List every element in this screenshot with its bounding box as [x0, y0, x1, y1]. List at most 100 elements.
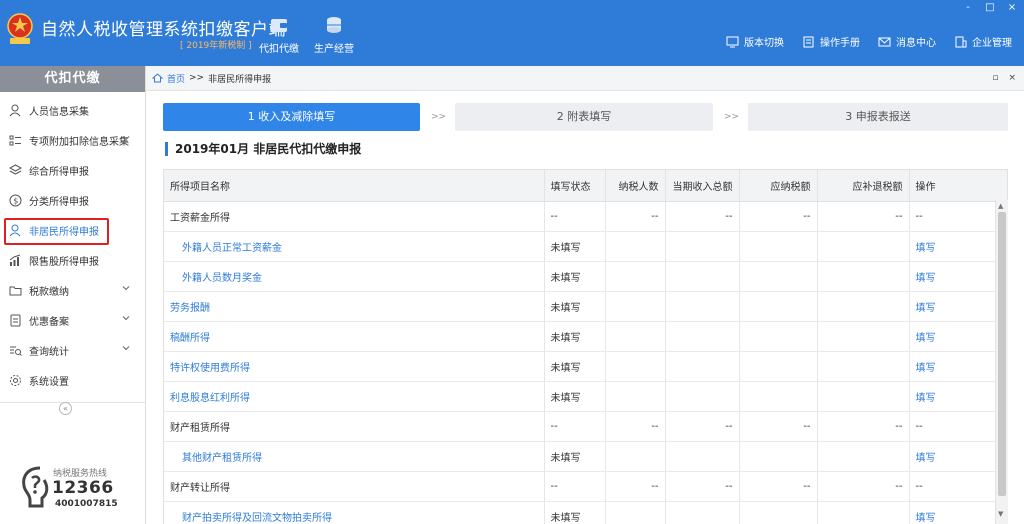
- cell-count: [605, 261, 666, 292]
- sidebar-item-label: 优惠备案: [29, 316, 69, 328]
- fill-in-link[interactable]: 填写: [909, 441, 1007, 472]
- income-item-link[interactable]: 外籍人员正常工资薪金: [164, 231, 545, 262]
- cell-tax: --: [739, 201, 818, 232]
- minimize-button[interactable]: -: [962, 2, 974, 13]
- table-row: 财产拍卖所得及回流文物拍卖所得 未填写 填写: [164, 501, 1007, 524]
- cell-refund: [817, 321, 910, 352]
- dollar-icon: $: [9, 194, 22, 206]
- fill-in-link[interactable]: 填写: [909, 381, 1007, 412]
- cell-income: --: [665, 471, 740, 502]
- cell-income: --: [665, 411, 740, 442]
- cell-refund: [817, 291, 910, 322]
- sidebar-item-label: 分类所得申报: [29, 196, 89, 208]
- service-hotline: 纳税服务热线 12366 4001007815: [18, 464, 138, 514]
- restore-tab-button[interactable]: ▫: [992, 73, 998, 83]
- breadcrumb: 首页 >> 非居民所得申报 ▫ ×: [146, 66, 1024, 91]
- enterprise-management-label: 企业管理: [972, 38, 1012, 49]
- sidebar-item-settings[interactable]: 系统设置: [0, 365, 145, 395]
- home-icon: [152, 73, 163, 83]
- step-submit[interactable]: 3 申报表报送: [748, 103, 1008, 131]
- income-item-link[interactable]: 利息股息红利所得: [164, 381, 545, 412]
- sidebar-item-comprehensive[interactable]: 综合所得申报: [0, 155, 145, 185]
- cell-op: --: [909, 471, 1007, 502]
- sidebar-item-classified[interactable]: $ 分类所得申报: [0, 185, 145, 215]
- enterprise-management-link[interactable]: 企业管理: [954, 34, 1012, 49]
- cell-tax: [739, 351, 818, 382]
- table-scrollbar[interactable]: ▲ ▼: [995, 200, 1008, 524]
- table-row: 特许权使用费所得 未填写 填写: [164, 351, 1007, 382]
- income-item-link[interactable]: 特许权使用费所得: [164, 351, 545, 382]
- nav-production[interactable]: 生产经营: [314, 14, 354, 55]
- close-window-button[interactable]: ×: [1006, 2, 1018, 13]
- header-links: 版本切换 操作手册 消息中心 企业管理: [726, 34, 1012, 49]
- version-switch-label: 版本切换: [744, 38, 784, 49]
- income-group-name: 财产租赁所得: [164, 411, 545, 442]
- fill-in-link[interactable]: 填写: [909, 261, 1007, 292]
- income-item-link[interactable]: 其他财产租赁所得: [164, 441, 545, 472]
- document-icon: [10, 314, 21, 326]
- income-item-link[interactable]: 外籍人员数月奖金: [164, 261, 545, 292]
- close-tab-button[interactable]: ×: [1008, 73, 1016, 83]
- cell-income: [665, 321, 740, 352]
- collapse-sidebar-button[interactable]: «: [59, 402, 72, 415]
- maximize-button[interactable]: □: [984, 2, 996, 13]
- sidebar-item-preferential-filing[interactable]: 优惠备案: [0, 305, 145, 335]
- chevron-down-icon: [122, 286, 130, 291]
- scroll-down-arrow[interactable]: ▼: [998, 510, 1003, 518]
- building-icon: [955, 36, 967, 47]
- income-item-link[interactable]: 稿酬所得: [164, 321, 545, 352]
- sidebar-item-tax-payment[interactable]: 税款缴纳: [0, 275, 145, 305]
- cell-refund: [817, 381, 910, 412]
- folder-icon: [9, 286, 22, 295]
- window-controls: - □ ×: [962, 2, 1018, 13]
- fill-in-link[interactable]: 填写: [909, 501, 1007, 524]
- cell-status: 未填写: [544, 441, 606, 472]
- hotline-number: 12366: [52, 478, 114, 498]
- cell-count: [605, 321, 666, 352]
- step-income-deduction[interactable]: 1 收入及减除填写: [163, 103, 420, 131]
- cell-income: [665, 441, 740, 472]
- sidebar-item-label: 人员信息采集: [29, 106, 89, 118]
- sidebar-item-restricted-shares[interactable]: 限售股所得申报: [0, 245, 145, 275]
- gear-icon: [10, 374, 21, 386]
- hotline-logo-icon: [22, 466, 49, 508]
- sidebar-item-personnel[interactable]: 人员信息采集: [0, 95, 145, 125]
- message-center-label: 消息中心: [896, 38, 936, 49]
- table-row: 财产租赁所得 -- -- -- -- -- --: [164, 411, 1007, 442]
- cell-tax: [739, 501, 818, 524]
- nav-withholding[interactable]: 代扣代缴: [259, 14, 299, 55]
- cell-count: [605, 291, 666, 322]
- cell-refund: [817, 231, 910, 262]
- message-center-link[interactable]: 消息中心: [878, 34, 936, 49]
- scrollbar-thumb[interactable]: [998, 212, 1006, 496]
- coins-icon: [327, 17, 341, 33]
- fill-in-link[interactable]: 填写: [909, 291, 1007, 322]
- table-row: 外籍人员正常工资薪金 未填写 填写: [164, 231, 1007, 262]
- app-header: 自然人税收管理系统扣缴客户端 [ 2019年新税制 ] 代扣代缴 生产经营 - …: [0, 0, 1024, 66]
- fill-in-link[interactable]: 填写: [909, 351, 1007, 382]
- active-item-highlight: [4, 218, 109, 245]
- table-row: 利息股息红利所得 未填写 填写: [164, 381, 1007, 412]
- version-switch-link[interactable]: 版本切换: [726, 34, 784, 49]
- income-item-link[interactable]: 劳务报酬: [164, 291, 545, 322]
- scroll-up-arrow[interactable]: ▲: [998, 202, 1003, 210]
- section-title: 2019年01月 非居民代扣代缴申报: [165, 142, 361, 156]
- cell-status: 未填写: [544, 291, 606, 322]
- cell-count: [605, 351, 666, 382]
- manual-link[interactable]: 操作手册: [802, 34, 860, 49]
- step-attachment[interactable]: 2 附表填写: [455, 103, 713, 131]
- sidebar-item-special-deduction[interactable]: 专项附加扣除信息采集: [0, 125, 145, 155]
- sidebar-header: 代扣代缴: [0, 66, 145, 92]
- sidebar-item-query-stats[interactable]: 查询统计: [0, 335, 145, 365]
- cell-income: [665, 351, 740, 382]
- income-items-table: 所得项目名称 填写状态 纳税人数 当期收入总额 应纳税额 应补退税额 操作 工资…: [163, 169, 1008, 524]
- fill-in-link[interactable]: 填写: [909, 231, 1007, 262]
- person-icon: [9, 104, 21, 116]
- cell-count: --: [605, 411, 666, 442]
- cell-count: --: [605, 471, 666, 502]
- cell-status: 未填写: [544, 231, 606, 262]
- breadcrumb-home-link[interactable]: 首页: [167, 72, 185, 85]
- col-header-refund: 应补退税额: [817, 170, 910, 202]
- income-item-link[interactable]: 财产拍卖所得及回流文物拍卖所得: [164, 501, 545, 524]
- fill-in-link[interactable]: 填写: [909, 321, 1007, 352]
